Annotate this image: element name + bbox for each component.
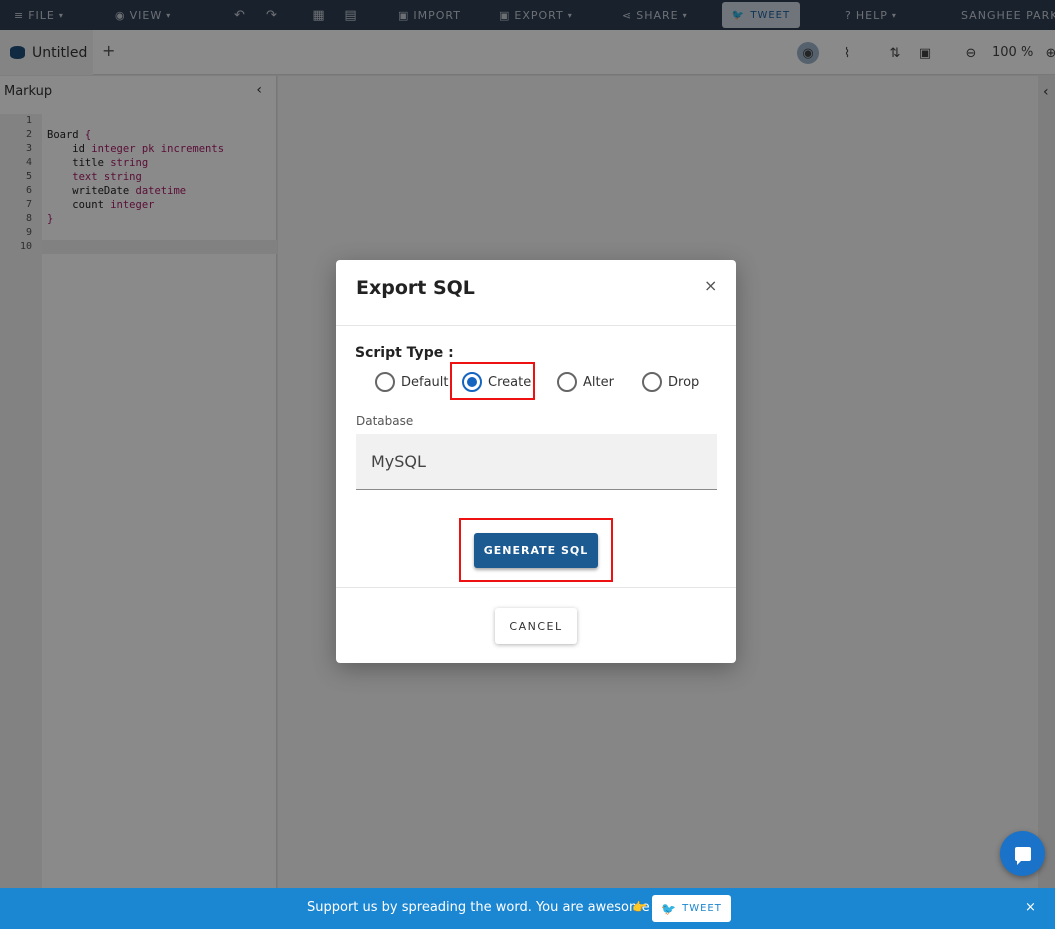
radio-circle	[557, 372, 577, 392]
script-type-label: Script Type :	[355, 345, 454, 361]
radio-alter[interactable]: Alter	[557, 372, 614, 392]
export-sql-dialog: Export SQL × Script Type : Default Creat…	[336, 260, 736, 663]
radio-label: Drop	[668, 374, 700, 390]
cancel-button[interactable]: CANCEL	[495, 608, 577, 644]
tweet-banner-label: TWEET	[682, 903, 722, 914]
radio-circle	[375, 372, 395, 392]
divider	[336, 587, 736, 588]
close-icon[interactable]: ×	[1025, 900, 1036, 915]
database-value: MySQL	[371, 452, 426, 471]
banner-text: Support us by spreading the word. You ar…	[307, 900, 650, 915]
twitter-icon: 🐦	[661, 901, 678, 916]
database-label: Database	[356, 414, 414, 428]
radio-label: Alter	[583, 374, 614, 390]
tweet-button-banner[interactable]: 🐦 TWEET	[652, 895, 731, 922]
chat-icon	[1014, 846, 1031, 865]
generate-sql-button[interactable]: GENERATE SQL	[474, 533, 598, 568]
pointing-hand-icon: 👉	[632, 900, 647, 914]
close-icon[interactable]: ×	[704, 276, 717, 295]
divider	[336, 325, 736, 326]
support-banner: Support us by spreading the word. You ar…	[0, 888, 1055, 929]
radio-circle	[642, 372, 662, 392]
radio-default[interactable]: Default	[375, 372, 449, 392]
chat-button[interactable]	[1000, 831, 1045, 876]
dialog-title: Export SQL	[356, 277, 475, 299]
highlight-box	[450, 362, 535, 400]
database-select[interactable]: MySQL	[356, 434, 717, 490]
radio-label: Default	[401, 374, 449, 390]
radio-drop[interactable]: Drop	[642, 372, 699, 392]
